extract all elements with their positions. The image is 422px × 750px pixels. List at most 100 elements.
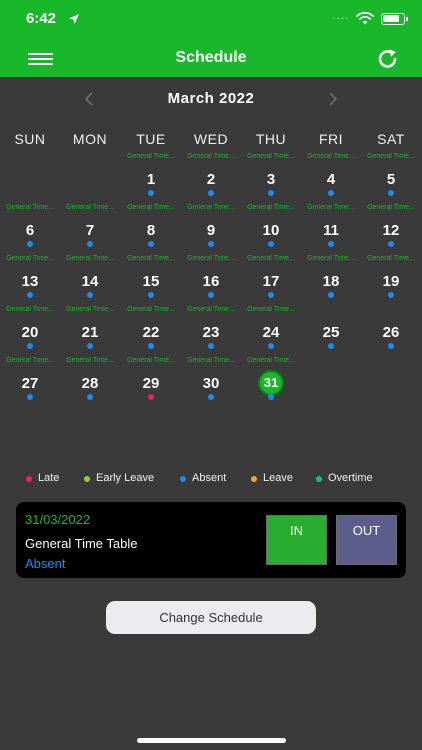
attendance-dot-absent: [388, 343, 394, 349]
shift-label: General Time...: [66, 204, 114, 211]
day-number: 29: [142, 375, 160, 392]
calendar-day-21[interactable]: General Time... 21: [60, 306, 120, 357]
calendar-day-24[interactable]: General Time... 24: [241, 306, 301, 357]
shift-label: General Time...: [6, 357, 54, 364]
shift-label: General Time...: [307, 153, 355, 160]
calendar-day-8[interactable]: General Time... 8: [121, 204, 181, 255]
shift-label: General Time...: [367, 255, 415, 262]
day-number: 20: [21, 324, 39, 341]
calendar-day-17[interactable]: General Time... 17: [241, 255, 301, 306]
wifi-icon: [356, 12, 374, 25]
shift-label: General Time...: [66, 306, 114, 313]
attendance-card: 31/03/2022 General Time Table Absent IN …: [16, 502, 406, 578]
month-label: March 2022: [167, 90, 255, 107]
weekday-label: TUE: [136, 131, 166, 147]
day-number: 15: [142, 273, 160, 290]
attendance-dot-absent: [208, 394, 214, 400]
calendar-day-15[interactable]: General Time... 15: [121, 255, 181, 306]
calendar-day-26[interactable]: 26: [361, 306, 421, 357]
shift-label: General Time...: [307, 204, 355, 211]
shift-label: General Time...: [187, 153, 235, 160]
attendance-dot-absent: [328, 343, 334, 349]
calendar-day-28[interactable]: General Time... 28: [60, 357, 120, 408]
status-time: 6:42: [26, 10, 57, 27]
calendar-day-11[interactable]: General Time... 11: [301, 204, 361, 255]
day-number: 24: [262, 324, 280, 341]
day-number: 6: [25, 222, 35, 239]
attendance-dot-absent: [148, 241, 154, 247]
calendar-day-13[interactable]: General Time... 13: [0, 255, 60, 306]
legend-dot: [26, 476, 32, 482]
legend-label: Overtime: [328, 472, 373, 484]
calendar-day-4[interactable]: General Time... 4: [301, 153, 361, 204]
attendance-dot-absent: [268, 394, 274, 400]
calendar-day-23[interactable]: General Time... 23: [181, 306, 241, 357]
change-schedule-button[interactable]: Change Schedule: [106, 601, 316, 634]
page-title: Schedule: [175, 49, 247, 66]
day-number: 28: [81, 375, 99, 392]
calendar-day-16[interactable]: General Time... 16: [181, 255, 241, 306]
selected-day-number: 31: [258, 370, 284, 396]
chevron-right-icon[interactable]: [324, 88, 342, 110]
attendance-dot-absent: [87, 292, 93, 298]
calendar-day-29[interactable]: General Time... 29: [121, 357, 181, 408]
attendance-dot-absent: [388, 292, 394, 298]
legend-dot: [84, 476, 90, 482]
day-number: 27: [21, 375, 39, 392]
shift-label: General Time...: [127, 255, 175, 262]
home-indicator: [137, 738, 286, 743]
day-number: 16: [202, 273, 220, 290]
app-bar: Schedule: [0, 40, 422, 77]
shift-label: General Time...: [187, 255, 235, 262]
calendar-day-20[interactable]: General Time... 20: [0, 306, 60, 357]
shift-label: General Time...: [367, 153, 415, 160]
calendar-day-9[interactable]: General Time... 9: [181, 204, 241, 255]
calendar-day-2[interactable]: General Time... 2: [181, 153, 241, 204]
calendar-day-6[interactable]: General Time... 6: [0, 204, 60, 255]
calendar-day-27[interactable]: General Time... 27: [0, 357, 60, 408]
calendar-day-10[interactable]: General Time... 10: [241, 204, 301, 255]
attendance-dot-absent: [27, 394, 33, 400]
month-navigation: March 2022: [0, 88, 422, 112]
calendar-day-25[interactable]: 25: [301, 306, 361, 357]
day-number: 25: [322, 324, 340, 341]
calendar-day-1[interactable]: General Time... 1: [121, 153, 181, 204]
calendar-day-14[interactable]: General Time... 14: [60, 255, 120, 306]
calendar-day-19[interactable]: General Time... 19: [361, 255, 421, 306]
attendance-dot-absent: [148, 343, 154, 349]
attendance-dot-absent: [27, 292, 33, 298]
day-number: 17: [262, 273, 280, 290]
weekday-label: THU: [255, 131, 287, 147]
shift-label: General Time...: [307, 255, 355, 262]
calendar-day-3[interactable]: General Time... 3: [241, 153, 301, 204]
day-number: 9: [206, 222, 216, 239]
attendance-dot-absent: [388, 190, 394, 196]
location-arrow-icon: [69, 14, 79, 24]
day-number: 4: [326, 171, 336, 188]
attendance-shift-name: General Time Table: [25, 536, 138, 551]
shift-label: General Time...: [247, 255, 295, 262]
weekday-label: WED: [193, 131, 229, 147]
weekday-header: SUN MON TUE WED THU FRI SAT: [0, 131, 422, 149]
day-number: 30: [202, 375, 220, 392]
day-number: 18: [322, 273, 340, 290]
attendance-dot-absent: [268, 343, 274, 349]
day-number: 23: [202, 324, 220, 341]
day-number: 10: [262, 222, 280, 239]
calendar-day-7[interactable]: General Time... 7: [60, 204, 120, 255]
day-number: 14: [81, 273, 99, 290]
shift-label: General Time...: [247, 357, 295, 364]
clock-out-button[interactable]: OUT: [336, 515, 397, 565]
attendance-dot-absent: [148, 190, 154, 196]
clock-in-button[interactable]: IN: [266, 515, 327, 565]
calendar-day-18[interactable]: General Time... 18: [301, 255, 361, 306]
shift-label: General Time...: [6, 204, 54, 211]
shift-label: General Time...: [187, 306, 235, 313]
calendar-day-5[interactable]: General Time... 5: [361, 153, 421, 204]
calendar-day-30[interactable]: General Time... 30: [181, 357, 241, 408]
calendar-day-22[interactable]: General Time... 22: [121, 306, 181, 357]
attendance-dot-absent: [388, 241, 394, 247]
refresh-icon[interactable]: [377, 49, 399, 69]
calendar-day-12[interactable]: General Time... 12: [361, 204, 421, 255]
calendar-day-31[interactable]: General Time... 31: [241, 357, 301, 408]
